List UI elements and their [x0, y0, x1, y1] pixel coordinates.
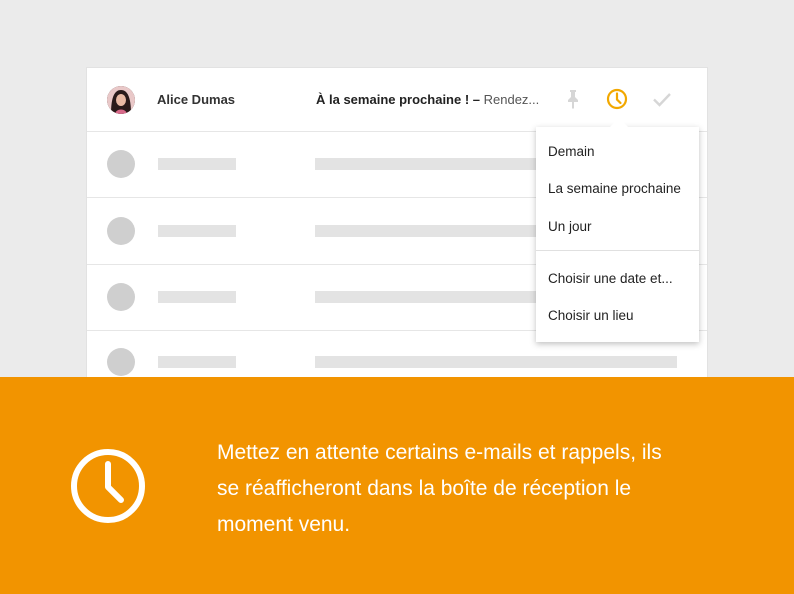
avatar-placeholder [107, 217, 135, 245]
avatar-placeholder [107, 348, 135, 376]
name-placeholder [158, 225, 236, 237]
subject-text: À la semaine prochaine ! – [316, 92, 481, 107]
pin-button[interactable] [561, 87, 585, 111]
snooze-menu: Demain La semaine prochaine Un jour Choi… [536, 127, 699, 342]
menu-item-next-week[interactable]: La semaine prochaine [548, 181, 681, 196]
subject-placeholder [315, 356, 677, 368]
menu-pointer [610, 118, 628, 127]
done-button[interactable] [650, 87, 674, 111]
menu-item-pick-place[interactable]: Choisir un lieu [548, 308, 634, 323]
feature-banner: Mettez en attente certains e-mails et ra… [0, 377, 794, 594]
menu-item-pick-date[interactable]: Choisir une date et... [548, 271, 673, 286]
check-icon [653, 93, 671, 107]
name-placeholder [158, 291, 236, 303]
pin-icon [568, 90, 578, 109]
banner-clock [69, 447, 147, 530]
clock-icon [71, 449, 145, 523]
avatar [107, 86, 135, 114]
banner-text: Mettez en attente certains e-mails et ra… [217, 441, 662, 536]
menu-item-tomorrow[interactable]: Demain [548, 144, 595, 159]
name-placeholder [158, 356, 236, 368]
snooze-button[interactable] [605, 87, 629, 111]
avatar-placeholder [107, 283, 135, 311]
name-placeholder [158, 158, 236, 170]
sender-name: Alice Dumas [157, 92, 236, 107]
menu-divider [536, 250, 699, 251]
email-subject: À la semaine prochaine ! – Rendez... [316, 92, 556, 107]
avatar-placeholder [107, 150, 135, 178]
menu-item-someday[interactable]: Un jour [548, 219, 592, 234]
clock-icon [606, 88, 628, 110]
snippet-text: Rendez... [480, 92, 540, 107]
